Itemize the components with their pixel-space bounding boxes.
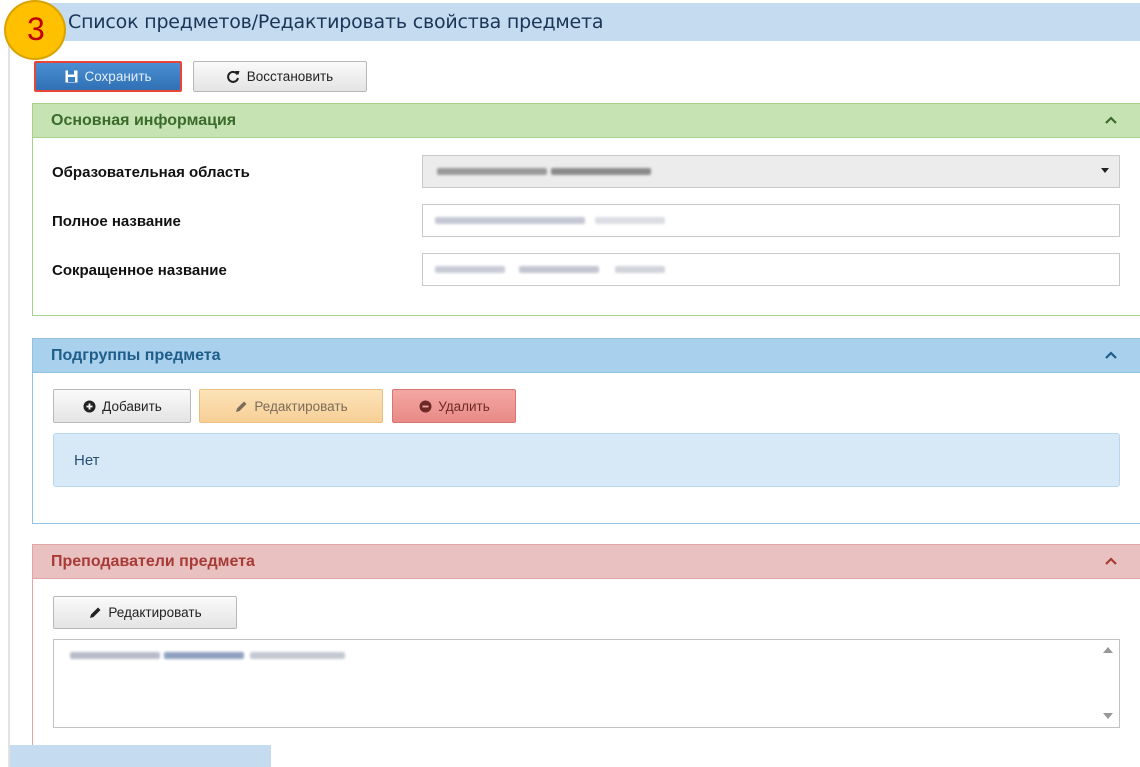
minus-circle-icon — [418, 399, 432, 413]
redacted-value — [250, 652, 345, 659]
short-name-input[interactable] — [422, 253, 1120, 286]
edit-subgroup-label: Редактировать — [254, 398, 348, 414]
scroll-up-icon[interactable] — [1103, 647, 1113, 653]
subgroups-empty-message: Нет — [53, 433, 1120, 487]
education-area-label: Образовательная область — [52, 164, 250, 181]
add-subgroup-label: Добавить — [102, 398, 162, 414]
redacted-value — [435, 266, 505, 273]
subgroups-panel: Подгруппы предмета Добавить Редактироват… — [32, 338, 1140, 524]
restore-button[interactable]: Восстановить — [193, 61, 367, 92]
redacted-value — [519, 266, 599, 273]
redacted-value — [551, 168, 651, 175]
redacted-value — [164, 652, 244, 659]
save-button[interactable]: Сохранить — [34, 61, 182, 92]
short-name-label: Сокращенное название — [52, 262, 227, 279]
redacted-value — [437, 168, 547, 175]
main-info-panel: Основная информация Образовательная обла… — [32, 103, 1140, 316]
subgroups-title: Подгруппы предмета — [51, 346, 221, 364]
subgroups-header[interactable]: Подгруппы предмета — [33, 339, 1140, 373]
step-badge-number: 3 — [27, 11, 45, 47]
page-title: Список предметов/Редактировать свойства … — [68, 11, 604, 33]
chevron-up-icon[interactable] — [1104, 348, 1118, 362]
edit-teachers-label: Редактировать — [108, 605, 202, 620]
teachers-header[interactable]: Преподаватели предмета — [33, 545, 1140, 579]
bottom-tab[interactable] — [10, 745, 271, 767]
add-subgroup-button[interactable]: Добавить — [53, 389, 191, 423]
title-bar: Список предметов/Редактировать свойства … — [36, 3, 1140, 41]
redacted-value — [615, 266, 665, 273]
delete-subgroup-label: Удалить — [438, 398, 490, 414]
delete-subgroup-button[interactable]: Удалить — [392, 389, 516, 423]
chevron-up-icon[interactable] — [1104, 113, 1118, 127]
restore-button-label: Восстановить — [246, 69, 334, 84]
pencil-icon — [234, 399, 248, 413]
education-area-select[interactable] — [422, 155, 1120, 188]
chevron-up-icon[interactable] — [1104, 554, 1118, 568]
caret-down-icon — [1101, 168, 1109, 173]
full-name-input[interactable] — [422, 204, 1120, 237]
full-name-label: Полное название — [52, 213, 181, 230]
left-border — [8, 40, 10, 767]
refresh-icon — [227, 70, 241, 84]
save-button-label: Сохранить — [84, 69, 152, 84]
teachers-panel: Преподаватели предмета Редактировать — [32, 544, 1140, 767]
main-info-title: Основная информация — [51, 111, 237, 129]
main-info-header[interactable]: Основная информация — [33, 104, 1140, 138]
empty-text: Нет — [74, 451, 100, 469]
edit-subgroup-button[interactable]: Редактировать — [199, 389, 383, 423]
pencil-icon — [88, 606, 102, 620]
scroll-down-icon[interactable] — [1103, 713, 1113, 719]
plus-circle-icon — [82, 399, 96, 413]
teachers-title: Преподаватели предмета — [51, 552, 255, 570]
redacted-value — [70, 652, 160, 659]
edit-teachers-button[interactable]: Редактировать — [53, 596, 237, 629]
redacted-value — [435, 217, 585, 224]
teachers-list[interactable] — [53, 639, 1120, 728]
step-badge: 3 — [4, 0, 66, 60]
redacted-value — [595, 217, 665, 224]
save-icon — [64, 70, 78, 84]
